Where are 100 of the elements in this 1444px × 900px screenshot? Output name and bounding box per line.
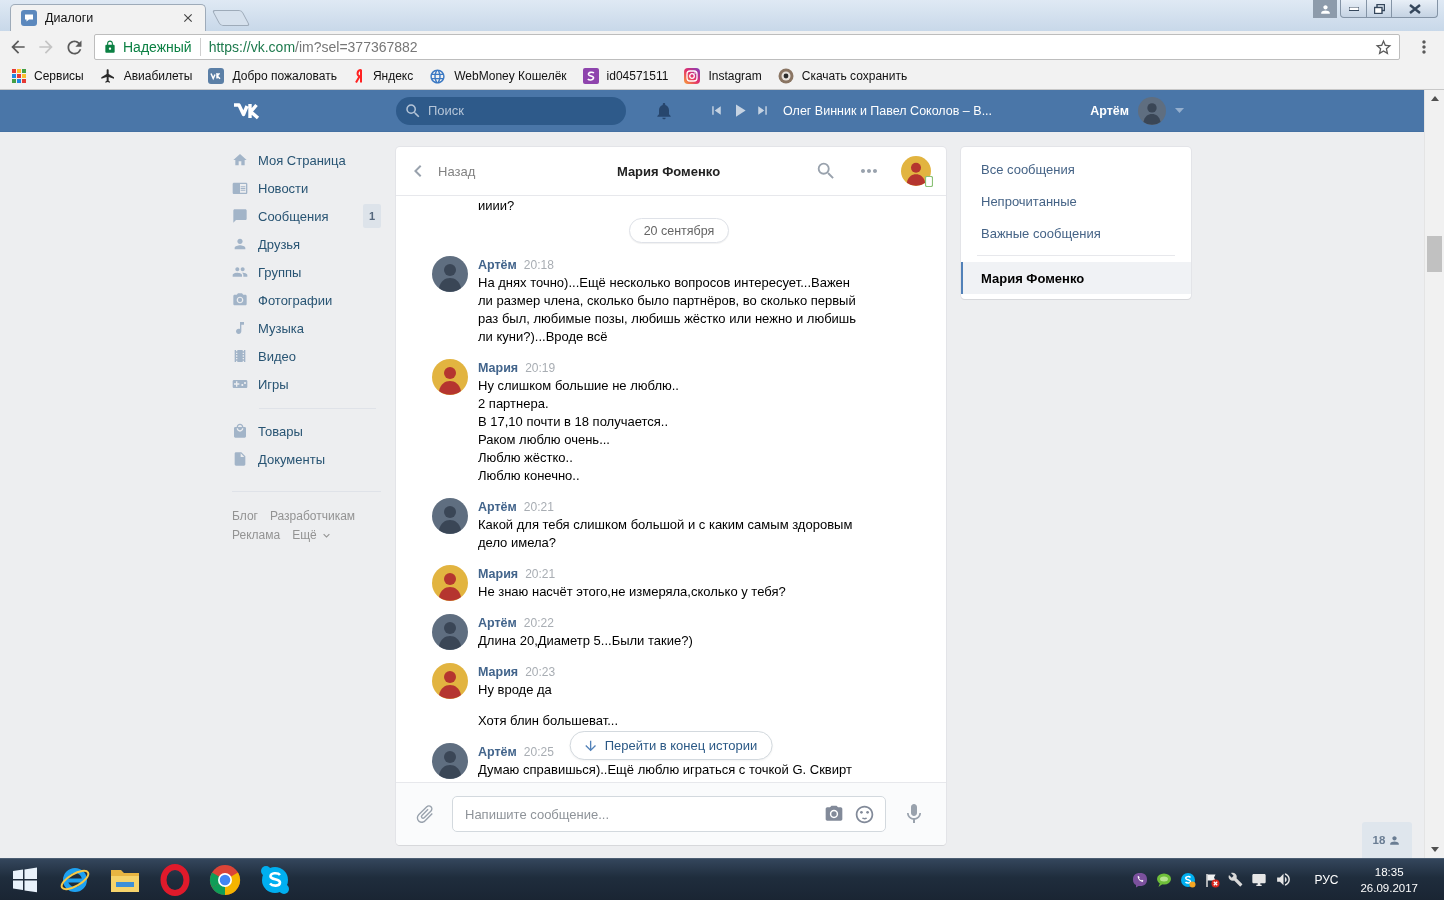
start-icon[interactable] [12,866,38,893]
author-name[interactable]: Мария [478,359,519,377]
nav-link[interactable]: Фотографии [232,292,333,308]
nav-link[interactable]: Друзья [232,236,301,252]
chat-bubble-icon [21,10,37,26]
wrench-icon[interactable] [1228,872,1244,887]
flag-icon[interactable] [1204,871,1221,888]
avatar-icon[interactable] [432,743,468,779]
person-icon [1318,2,1332,16]
author-name[interactable]: Мария [478,663,519,681]
speech-bubble-icon [232,208,248,224]
count-badge: 1 [363,204,381,228]
avatar-icon [1138,96,1166,125]
web-browser-icon[interactable] [209,863,241,896]
message-text: Длина 20,Диаметр 5...Были такие?) [478,632,693,650]
back-link[interactable]: Назад [406,159,476,183]
message-time: 20:19 [525,360,556,377]
camera-icon[interactable] [824,804,844,824]
message-text: Ну слишком большие не люблю.. 2 партнера. В 17,10 почти в 18 получается.. Раком люблю очень... Люблю жёстко.. Люблю конечно.. [478,377,679,485]
bookmark-link[interactable]: Добро пожаловать [206,68,339,84]
scroll-up-arrow-icon[interactable] [1430,96,1439,101]
shopping-bag-icon [232,423,248,439]
camera-icon [232,292,248,308]
nav-link[interactable]: Игры [232,376,289,392]
bookmark-link[interactable]: Сервисы [10,69,86,83]
lock-icon [103,40,117,54]
avatar-icon[interactable] [432,256,468,292]
browser-tab[interactable]: Диалоги [10,4,206,31]
author-name[interactable]: Артём [478,498,517,516]
chat-app-icon[interactable] [1180,871,1197,888]
author-name[interactable]: Артём [478,743,517,761]
avatar-icon[interactable] [432,663,468,699]
speaker-icon[interactable] [1275,871,1293,888]
smiley-icon[interactable] [854,803,875,825]
author-name[interactable]: Артём [478,256,517,274]
close-button[interactable] [1391,0,1438,18]
filter-item[interactable]: Важные сообщения [961,217,1191,249]
minimize-button[interactable] [1340,0,1367,18]
message-time: 20:21 [525,566,556,583]
globe-icon [429,67,447,85]
bookmark-link[interactable]: Авиабилеты [97,68,195,84]
bookmark-link[interactable]: Яндекс [350,68,416,84]
profile-menu[interactable]: Артём [1090,96,1184,125]
restore-button[interactable] [1366,0,1392,18]
restore-icon [1373,3,1385,14]
clock[interactable]: 18:35 26.09.2017 [1360,863,1418,896]
track-title[interactable]: Олег Винник и Павел Соколов – В... [783,103,993,118]
scroll-down-arrow-icon[interactable] [1430,847,1439,852]
filter-item[interactable]: Все сообщения [961,153,1191,185]
nav-link[interactable]: Товары [232,423,303,439]
camera-icon [684,68,701,84]
plane-icon [99,68,116,84]
search-icon[interactable] [815,160,837,182]
avatar-icon[interactable] [901,156,931,186]
logo-icon [352,68,365,84]
star-icon[interactable] [1374,37,1393,57]
language-indicator[interactable]: РУС [1314,872,1339,887]
nav-link[interactable]: Видео [232,348,296,364]
nav-link[interactable]: Новости [232,180,309,196]
chat-app-icon[interactable] [260,864,290,895]
security-label: Надежный [123,39,192,55]
profile-button[interactable] [1313,0,1337,18]
ring-icon[interactable] [160,863,190,896]
message-text: Хотя блин большеват... [478,712,619,730]
close-icon[interactable] [181,11,195,25]
scrollbar-thumb[interactable] [1427,236,1442,272]
scrollbar[interactable] [1424,90,1444,858]
search-icon [404,101,422,120]
jump-to-end-button[interactable]: Перейти в конец истории [569,731,773,760]
avatar-icon[interactable] [432,359,468,395]
person-icon [232,236,248,252]
avatar-icon[interactable] [432,614,468,650]
caret-icon [1175,108,1184,113]
chat-bubble-icon[interactable] [1156,871,1173,888]
nav-link[interactable]: Моя Страница [232,152,346,168]
nav-link[interactable]: Документы [232,451,325,467]
bookmark-link[interactable]: Скачать сохранить [775,68,910,84]
message-text: На днях точно)...Ещё несколько вопросов интересует...Важен ли размер члена, сколько было партнёров, во сколько первый раз был, любимые позы, любишь жёстко или нежно и любишь ли куни?)...Вроде всё [478,274,858,346]
monitor-icon[interactable] [1251,871,1268,888]
message-text: Думаю справишься)..Ещё люблю играться с точкой G. Сквирт [478,761,852,779]
nav-link[interactable]: Сообщения [232,208,329,224]
address-bar[interactable]: Надежный https://vk.com/im?sel=377367882 [94,34,1400,60]
dialog-item[interactable]: Мария Фоменко [961,262,1191,294]
avatar-icon[interactable] [432,565,468,601]
nav-link[interactable]: Музыка [232,320,304,336]
filter-item[interactable]: Непрочитанные [961,185,1191,217]
author-name[interactable]: Артём [478,614,517,632]
search-field[interactable]: Поиск [396,96,626,125]
film-icon [232,348,248,364]
nav-link[interactable]: Группы [232,264,302,280]
author-name[interactable]: Мария [478,565,519,583]
minimize-icon [1348,6,1359,11]
newspaper-icon [232,180,248,196]
bookmark-link[interactable]: id04571511 [580,68,671,84]
chat-title[interactable]: Мария Фоменко [616,163,721,179]
avatar-icon[interactable] [432,498,468,534]
phone-bubble-icon[interactable] [1132,871,1149,888]
bookmark-link[interactable]: WebMoney Кошелёк [427,67,569,85]
logo-icon [208,68,225,84]
bookmark-link[interactable]: Instagram [682,68,764,84]
